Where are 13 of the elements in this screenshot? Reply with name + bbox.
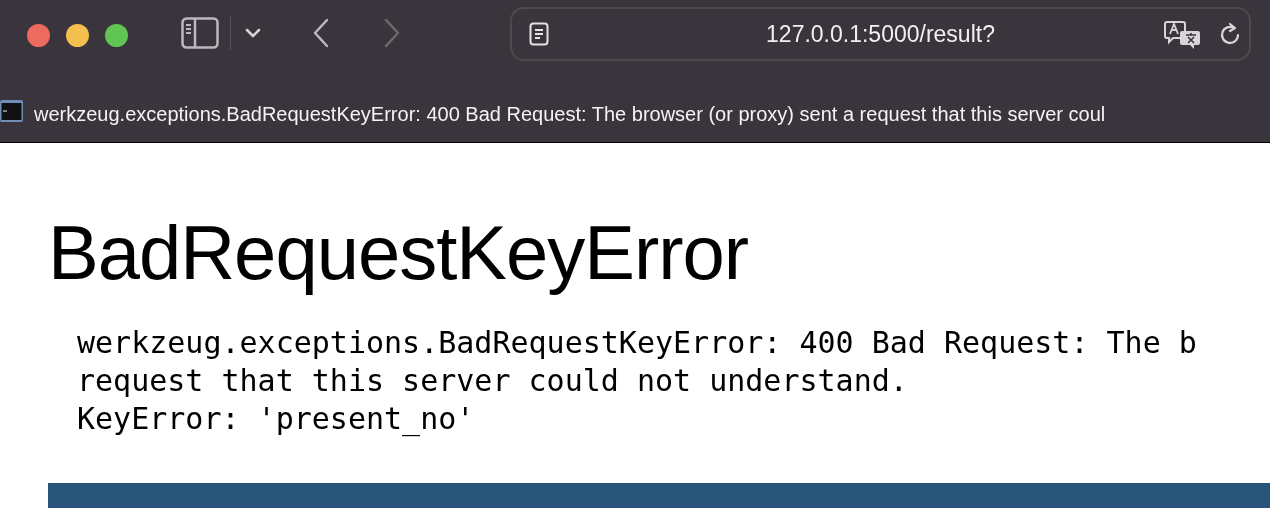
minimize-window-button[interactable] <box>66 24 89 47</box>
close-window-button[interactable] <box>27 24 50 47</box>
chevron-down-icon[interactable] <box>245 28 261 38</box>
address-text: 127.0.0.1:5000/result? <box>766 19 995 49</box>
page-icon <box>529 22 549 46</box>
tab-title[interactable]: werkzeug.exceptions.BadRequestKeyError: 400 Bad Request: The browser (or proxy) sent a request that this server coul <box>34 104 1106 124</box>
translate-icon[interactable] <box>1164 20 1202 50</box>
terminal-icon <box>0 99 24 123</box>
back-icon[interactable] <box>311 18 331 48</box>
maximize-window-button[interactable] <box>105 24 128 47</box>
error-message: werkzeug.exceptions.BadRequestKeyError: 400 Bad Request: The b request that this server could not understand. KeyError: 'present_no' <box>77 324 1198 438</box>
sidebar-icon[interactable] <box>181 17 219 49</box>
address-bar[interactable]: 127.0.0.1:5000/result? <box>510 7 1251 61</box>
